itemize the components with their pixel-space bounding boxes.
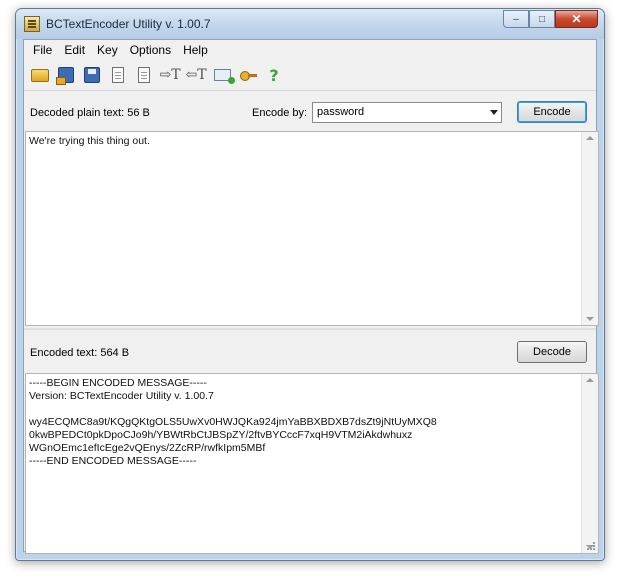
encoded-text-scrollbar[interactable] [581,374,598,553]
encoded-text-area[interactable]: -----BEGIN ENCODED MESSAGE----- Version:… [25,373,599,554]
minimize-button[interactable]: – [503,10,529,28]
toolbar: ⇨T ⇦T ? [24,60,596,91]
paste-icon[interactable] [134,65,154,85]
align-right-icon[interactable]: ⇨T [159,65,180,85]
menu-bar: File Edit Key Options Help [24,40,596,59]
decoded-plain-text-label: Decoded plain text: 56 B [30,107,150,119]
app-icon[interactable] [24,16,40,32]
encode-by-select[interactable]: password [312,102,502,123]
scroll-up-icon[interactable] [586,378,594,382]
plain-text-area[interactable]: We're trying this thing out. [25,131,599,326]
encode-by-value: password [317,106,365,118]
encoded-text-label: Encoded text: 564 B [30,347,130,359]
menu-help[interactable]: Help [177,40,214,59]
menu-edit[interactable]: Edit [58,40,91,59]
scroll-up-icon[interactable] [586,136,594,140]
send-email-icon[interactable] [212,65,235,85]
plain-text-scrollbar[interactable] [581,132,598,325]
maximize-button[interactable]: □ [529,10,555,28]
app-window: BCTextEncoder Utility v. 1.00.7 – □ ✕ Fi… [15,8,605,561]
key-manager-icon[interactable] [238,65,258,85]
client-area: File Edit Key Options Help ⇨T ⇦T ? Decod… [23,39,599,554]
menu-file[interactable]: File [27,40,58,59]
chevron-down-icon[interactable] [490,110,498,115]
close-button[interactable]: ✕ [555,10,598,28]
caption-buttons: – □ ✕ [503,10,598,29]
save-icon[interactable] [82,65,102,85]
title-bar[interactable]: BCTextEncoder Utility v. 1.00.7 – □ ✕ [16,9,604,39]
resize-grip-icon[interactable] [585,540,595,550]
decode-button[interactable]: Decode [517,341,587,363]
encode-by-label: Encode by: [252,107,308,119]
help-icon[interactable]: ? [264,65,284,85]
copy-icon[interactable] [108,65,128,85]
window-title: BCTextEncoder Utility v. 1.00.7 [46,17,211,31]
menu-options[interactable]: Options [124,40,177,59]
open-folder-icon[interactable] [30,65,50,85]
pane-splitter[interactable] [24,328,596,330]
save-as-icon[interactable] [56,65,76,85]
menu-key[interactable]: Key [91,40,124,59]
encode-button[interactable]: Encode [517,101,587,123]
align-left-icon[interactable]: ⇦T [185,65,206,85]
plain-text-content: We're trying this thing out. [29,135,150,147]
encoded-text-content: -----BEGIN ENCODED MESSAGE----- Version:… [29,377,437,467]
scroll-down-icon[interactable] [586,317,594,321]
